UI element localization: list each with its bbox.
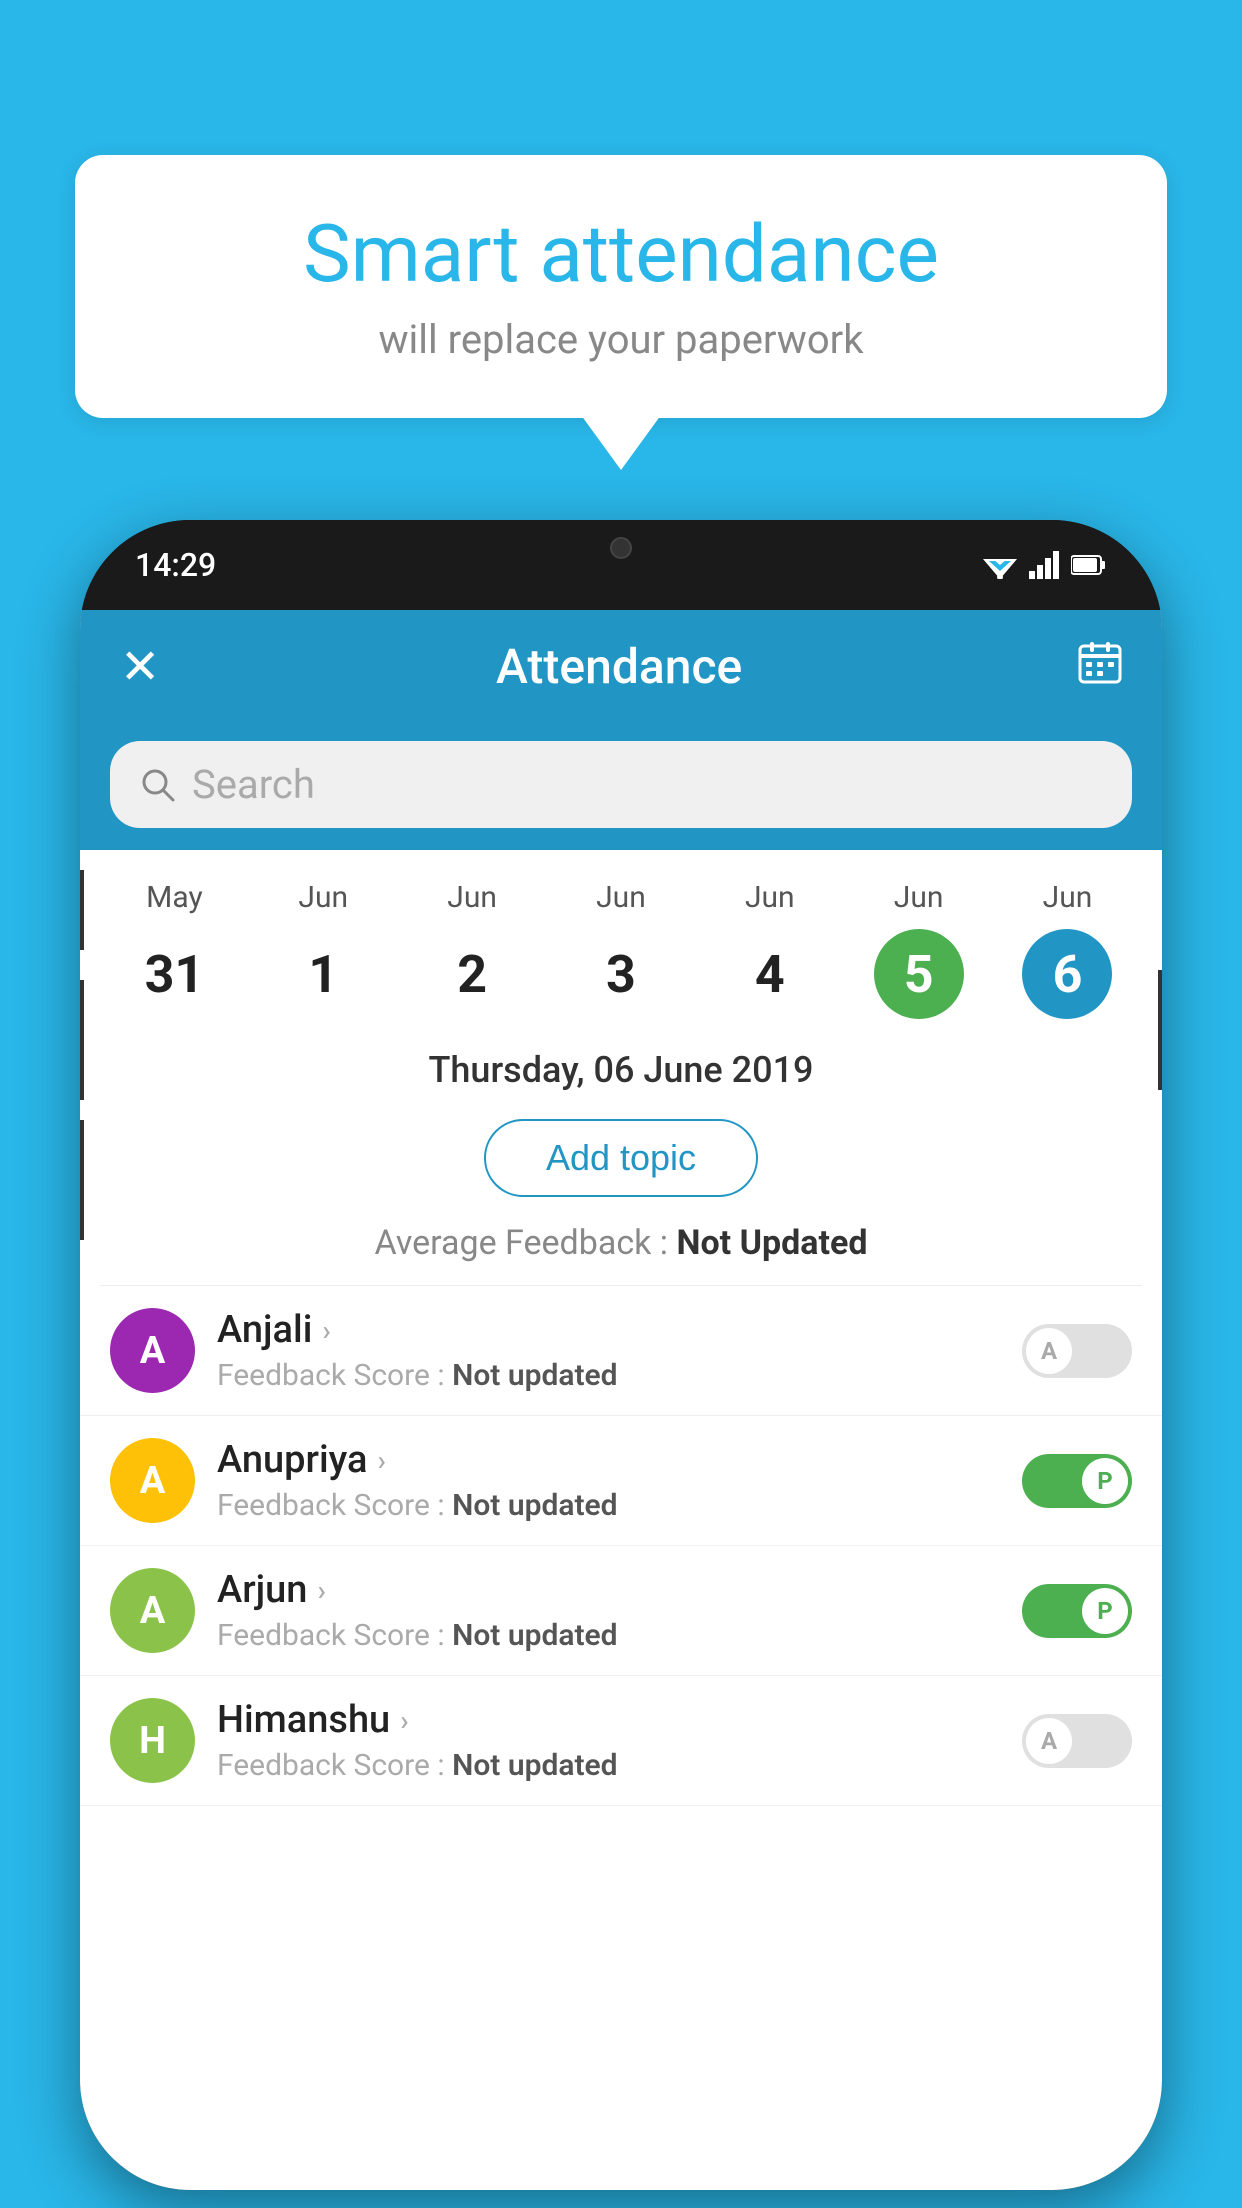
student-item[interactable]: A Anupriya › Feedback Score : Not updated P <box>80 1416 1162 1546</box>
phone-frame: 14:29 <box>80 520 1162 2190</box>
average-feedback: Average Feedback : Not Updated <box>80 1215 1162 1285</box>
student-info: Anjali › Feedback Score : Not updated <box>217 1308 1022 1393</box>
avg-feedback-value: Not Updated <box>676 1223 867 1263</box>
cal-month-label: Jun <box>745 880 795 915</box>
student-list: AAnjali ›Feedback Score : Not updatedAAA… <box>80 1286 1162 2190</box>
calendar-day[interactable]: May 31 <box>114 880 234 1019</box>
cal-date-number: 2 <box>427 929 517 1019</box>
chevron-icon: › <box>322 1314 330 1347</box>
notch <box>541 520 701 575</box>
search-bar[interactable]: Search <box>110 741 1132 828</box>
student-feedback: Feedback Score : Not updated <box>217 1488 1022 1523</box>
cal-month-label: Jun <box>447 880 497 915</box>
student-item[interactable]: A Arjun › Feedback Score : Not updated P <box>80 1546 1162 1676</box>
student-name: Anupriya › <box>217 1438 1022 1482</box>
cal-date-number: 6 <box>1022 929 1112 1019</box>
student-info: Himanshu › Feedback Score : Not updated <box>217 1698 1022 1783</box>
app-screen: ✕ Attendance <box>80 610 1162 2190</box>
chevron-icon: › <box>377 1444 385 1477</box>
page-title: Attendance <box>496 638 742 695</box>
status-time: 14:29 <box>135 546 216 584</box>
cal-date-number: 4 <box>725 929 815 1019</box>
speech-bubble: Smart attendance will replace your paper… <box>75 155 1167 418</box>
close-button[interactable]: ✕ <box>120 638 160 695</box>
status-icons <box>983 551 1107 579</box>
cal-date-number: 1 <box>278 929 368 1019</box>
attendance-toggle-anupriya[interactable]: P <box>1022 1454 1132 1508</box>
toggle-knob: A <box>1026 1328 1072 1374</box>
toggle-knob: P <box>1082 1458 1128 1504</box>
add-topic-container: Add topic <box>80 1109 1162 1215</box>
bubble-title: Smart attendance <box>135 210 1107 298</box>
search-placeholder: Search <box>192 761 315 808</box>
cal-month-label: Jun <box>1043 880 1093 915</box>
student-feedback: Feedback Score : Not updated <box>217 1748 1022 1783</box>
cal-month-label: Jun <box>298 880 348 915</box>
student-name: Arjun › <box>217 1568 1022 1612</box>
search-icon <box>140 767 176 803</box>
power-button <box>1158 970 1162 1090</box>
feedback-value: Not updated <box>452 1748 617 1783</box>
attendance-toggle-anjali[interactable]: A <box>1022 1324 1132 1378</box>
cal-date-number: 5 <box>874 929 964 1019</box>
battery-icon <box>1071 554 1107 576</box>
calendar-icon[interactable] <box>1078 640 1122 694</box>
cal-month-label: Jun <box>596 880 646 915</box>
cal-month-label: May <box>146 880 202 915</box>
calendar-day[interactable]: Jun 3 <box>561 880 681 1019</box>
toggle-knob: A <box>1026 1718 1072 1764</box>
student-item[interactable]: AAnjali ›Feedback Score : Not updatedA <box>80 1286 1162 1416</box>
student-name: Anjali › <box>217 1308 1022 1352</box>
add-topic-button[interactable]: Add topic <box>484 1119 758 1197</box>
volume-up-button <box>80 870 84 950</box>
chevron-icon: › <box>400 1704 408 1737</box>
cal-month-label: Jun <box>894 880 944 915</box>
search-bar-container: Search <box>80 723 1162 850</box>
chevron-icon: › <box>317 1574 325 1607</box>
student-avatar: A <box>110 1568 195 1653</box>
calendar-strip: May 31 Jun 1 Jun 2 Jun 3 Jun 4 Jun 5 Jun 6 <box>80 850 1162 1039</box>
selected-date-info: Thursday, 06 June 2019 <box>80 1039 1162 1109</box>
feedback-value: Not updated <box>452 1488 617 1523</box>
volume-down-button <box>80 980 84 1100</box>
attendance-toggle-arjun[interactable]: P <box>1022 1584 1132 1638</box>
avg-feedback-label: Average Feedback : Not Updated <box>375 1223 868 1263</box>
student-avatar: A <box>110 1308 195 1393</box>
calendar-day[interactable]: Jun 1 <box>263 880 383 1019</box>
calendar-day[interactable]: Jun 5 <box>859 880 979 1019</box>
silent-button <box>80 1120 84 1240</box>
cal-date-number: 31 <box>129 929 219 1019</box>
app-header: ✕ Attendance <box>80 610 1162 723</box>
student-info: Anupriya › Feedback Score : Not updated <box>217 1438 1022 1523</box>
toggle-knob: P <box>1082 1588 1128 1634</box>
student-avatar: H <box>110 1698 195 1783</box>
status-bar: 14:29 <box>80 520 1162 610</box>
wifi-icon <box>983 551 1017 579</box>
feedback-value: Not updated <box>452 1358 617 1393</box>
student-info: Arjun › Feedback Score : Not updated <box>217 1568 1022 1653</box>
student-item[interactable]: H Himanshu › Feedback Score : Not updatedA <box>80 1676 1162 1806</box>
attendance-toggle-himanshu[interactable]: A <box>1022 1714 1132 1768</box>
student-name: Himanshu › <box>217 1698 1022 1742</box>
calendar-day[interactable]: Jun 6 <box>1007 880 1127 1019</box>
student-avatar: A <box>110 1438 195 1523</box>
feedback-value: Not updated <box>452 1618 617 1653</box>
camera-dot <box>610 537 632 559</box>
student-feedback: Feedback Score : Not updated <box>217 1618 1022 1653</box>
student-feedback: Feedback Score : Not updated <box>217 1358 1022 1393</box>
calendar-day[interactable]: Jun 4 <box>710 880 830 1019</box>
bubble-subtitle: will replace your paperwork <box>135 316 1107 363</box>
selected-date-text: Thursday, 06 June 2019 <box>428 1049 813 1091</box>
signal-icon <box>1029 551 1059 579</box>
calendar-day[interactable]: Jun 2 <box>412 880 532 1019</box>
speech-bubble-container: Smart attendance will replace your paper… <box>75 155 1167 418</box>
cal-date-number: 3 <box>576 929 666 1019</box>
